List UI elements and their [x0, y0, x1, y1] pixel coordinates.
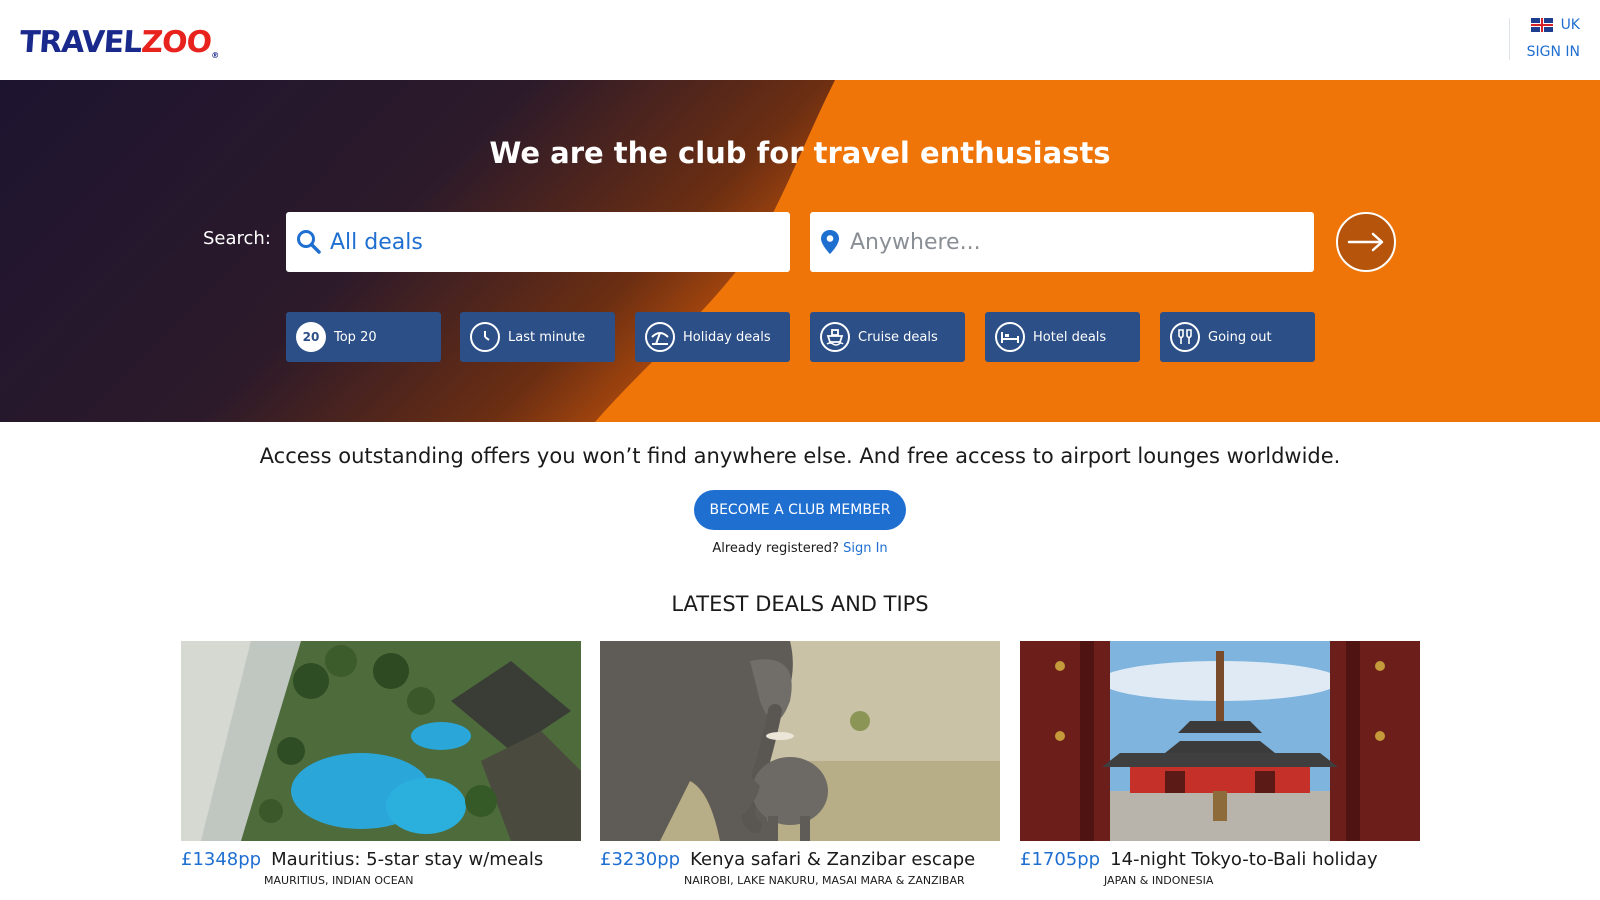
deal-type-value: All deals: [330, 229, 423, 255]
deal-price: £3230pp: [600, 849, 681, 870]
deal-type-search-input[interactable]: All deals: [286, 212, 790, 272]
deal-image-japanese-temple[interactable]: [1020, 641, 1420, 841]
destination-placeholder: Anywhere...: [850, 229, 981, 255]
deal-location: NAIROBI, LAKE NAKURU, MASAI MARA & ZANZI…: [684, 874, 965, 887]
search-label: Search:: [203, 228, 271, 249]
already-registered-text: Already registered?: [712, 541, 839, 556]
quick-link-label: Holiday deals: [683, 329, 771, 345]
hero-banner: We are the club for travel enthusiasts S…: [0, 80, 1600, 422]
quick-link-hotel-deals[interactable]: Hotel deals: [985, 312, 1140, 362]
deal-title[interactable]: 14-night Tokyo-to-Bali holiday: [1110, 849, 1378, 870]
quick-link-last-minute[interactable]: Last minute: [460, 312, 615, 362]
deal-title-row: £3230pp Kenya safari & Zanzibar escape: [600, 849, 1000, 870]
deal-price: £1348pp: [181, 849, 262, 870]
beach-icon: [645, 322, 675, 352]
already-registered-line: Already registered? Sign In: [0, 541, 1600, 556]
top20-icon: 20: [296, 322, 326, 352]
deal-title-row: £1348pp Mauritius: 5-star stay w/meals: [181, 849, 581, 870]
logo-registered-mark: ®: [210, 51, 219, 60]
quick-link-label: Hotel deals: [1033, 329, 1107, 345]
quick-link-holiday-deals[interactable]: Holiday deals: [635, 312, 790, 362]
deal-location: JAPAN & INDONESIA: [1104, 874, 1214, 887]
quick-link-label: Cruise deals: [858, 329, 938, 345]
deal-card-mauritius[interactable]: £1348pp Mauritius: 5-star stay w/meals M…: [181, 641, 581, 887]
deal-title[interactable]: Mauritius: 5-star stay w/meals: [271, 849, 543, 870]
arrow-right-icon: [1347, 232, 1384, 252]
deal-card-tokyo-bali[interactable]: £1705pp 14-night Tokyo-to-Bali holiday J…: [1020, 641, 1420, 887]
sign-in-link[interactable]: SIGN IN: [1527, 44, 1580, 60]
clock-icon: [470, 322, 500, 352]
location-pin-icon: [821, 230, 839, 254]
deal-title-row: £1705pp 14-night Tokyo-to-Bali holiday: [1020, 849, 1420, 870]
search-icon: [297, 230, 321, 254]
deal-image-resort-pool[interactable]: [181, 641, 581, 841]
deal-location: MAURITIUS, INDIAN OCEAN: [264, 874, 414, 887]
sign-in-inline-link[interactable]: Sign In: [843, 541, 888, 556]
travelzoo-logo[interactable]: TRAVEL ZOO ®: [19, 18, 221, 60]
ship-icon: [820, 322, 850, 352]
club-intro-text: Access outstanding offers you won’t find…: [259, 444, 1341, 468]
become-club-member-button[interactable]: BECOME A CLUB MEMBER: [694, 490, 906, 530]
uk-flag-icon: [1530, 18, 1553, 32]
deal-card-kenya[interactable]: £3230pp Kenya safari & Zanzibar escape N…: [600, 641, 1000, 887]
glasses-icon: [1170, 322, 1200, 352]
destination-search-input[interactable]: Anywhere...: [810, 212, 1314, 272]
logo-zoo-text: ZOO: [140, 25, 213, 60]
deal-title[interactable]: Kenya safari & Zanzibar escape: [690, 849, 975, 870]
quick-link-label: Last minute: [508, 329, 586, 345]
header-divider: [1509, 18, 1510, 60]
region-selector[interactable]: UK: [1530, 17, 1580, 33]
logo-travel-text: TRAVEL: [18, 25, 143, 60]
quick-link-top20[interactable]: 20 Top 20: [286, 312, 441, 362]
quick-link-cruise-deals[interactable]: Cruise deals: [810, 312, 965, 362]
region-label: UK: [1560, 17, 1580, 33]
latest-deals-heading: LATEST DEALS AND TIPS: [671, 592, 929, 616]
hero-title: We are the club for travel enthusiasts: [489, 136, 1111, 170]
search-submit-button[interactable]: [1336, 212, 1396, 272]
deal-price: £1705pp: [1020, 849, 1101, 870]
quick-link-going-out[interactable]: Going out: [1160, 312, 1315, 362]
deal-image-elephants[interactable]: [600, 641, 1000, 841]
quick-link-label: Going out: [1208, 329, 1272, 345]
bed-icon: [995, 322, 1025, 352]
site-header: TRAVEL ZOO ® UK SIGN IN: [0, 0, 1600, 80]
quick-link-label: Top 20: [334, 329, 377, 345]
